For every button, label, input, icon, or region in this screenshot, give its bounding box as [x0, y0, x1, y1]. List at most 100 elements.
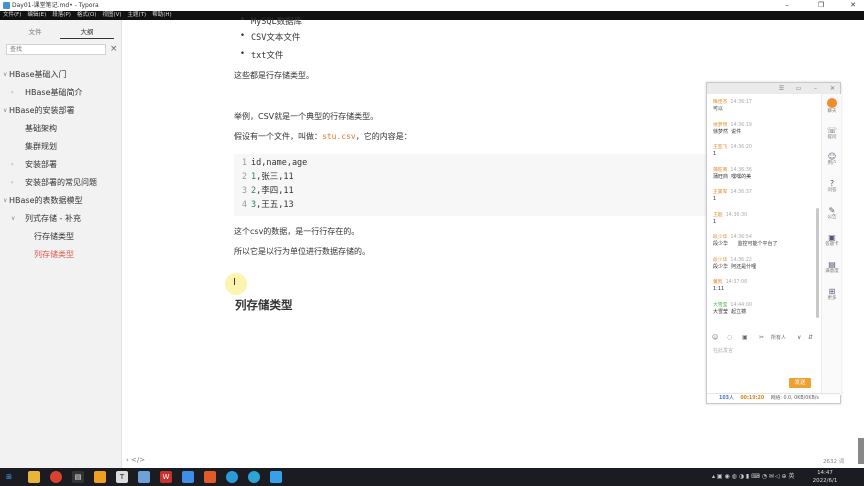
chevron-down-icon[interactable]: ∨	[3, 194, 7, 208]
line-number: 4	[241, 200, 247, 210]
chat-message: 降佳杰 14:36:17 可以	[713, 100, 817, 112]
chevron-right-icon[interactable]: ›	[11, 86, 13, 100]
screenshot-icon[interactable]: ✂	[759, 332, 764, 344]
message-time: 14:36:36	[730, 167, 752, 173]
close-icon[interactable]: ×	[110, 43, 118, 55]
typora-app-icon	[3, 2, 10, 9]
live-timer: 00:19:20	[740, 396, 765, 401]
outline-item[interactable]: ∨ HBase基础入门	[0, 68, 122, 82]
list-item: CSV文本文件	[240, 31, 300, 43]
chevron-down-icon[interactable]: ∨	[3, 68, 7, 82]
clock-date: 2022/6/1	[812, 478, 838, 484]
chat-app-icon[interactable]	[138, 471, 150, 483]
remote-desktop-icon[interactable]	[182, 471, 194, 483]
outline-item[interactable]: 集群规划	[0, 140, 122, 154]
close-icon[interactable]: ✕	[825, 83, 840, 94]
volume-icon[interactable]: ◁ ⊕ 英	[775, 472, 794, 482]
menu-icon[interactable]: ☰	[774, 83, 789, 94]
outline-item-label: 基础架构	[25, 124, 57, 133]
rail-more[interactable]: ⊞ 更多	[822, 287, 842, 302]
outline-item[interactable]: › HBase基础简介	[0, 86, 122, 100]
outline-item[interactable]: ∨ 列式存储 - 补充	[0, 212, 122, 226]
sender-name: 董凯	[713, 280, 723, 285]
word-count[interactable]: 2632 词	[823, 457, 844, 465]
outline-item[interactable]: ∨ HBase的表数据模型	[0, 194, 122, 208]
search-app-icon[interactable]	[226, 471, 238, 483]
outline-item[interactable]: › 安装部署的常见问题	[0, 176, 122, 190]
edge-icon[interactable]	[248, 471, 260, 483]
message-body: 徐梦然 说件	[713, 128, 742, 135]
page-scrollbar[interactable]	[858, 438, 864, 464]
outline-item-label: 集群规划	[25, 142, 57, 151]
outline-item-label: 安装部署的常见问题	[25, 178, 97, 187]
minimize-icon[interactable]: –	[808, 83, 823, 94]
outline-item[interactable]: ∨ HBase的安装部署	[0, 104, 122, 118]
chat-toolbar: ☺ ◌ ▣ ✂ 所有人 ∨ ⇵	[707, 332, 820, 344]
menu-view[interactable]: 视图(V)	[99, 11, 124, 20]
minimize-button[interactable]: –	[776, 0, 798, 11]
emoji-icon[interactable]: ☺	[712, 332, 718, 344]
chevron-down-icon[interactable]: ∨	[3, 104, 7, 118]
typora-icon[interactable]: T	[116, 471, 128, 483]
text-cursor-icon: I	[233, 277, 236, 288]
rating-icon: ▤	[828, 260, 836, 269]
outline-item[interactable]: › 安装部署	[0, 158, 122, 172]
menu-file[interactable]: 文件(F)	[0, 11, 24, 20]
outline-item[interactable]: 行存储类型	[0, 230, 122, 244]
tab-outline[interactable]: 大纲	[60, 26, 114, 39]
recipient-select[interactable]: 所有人	[771, 332, 786, 344]
rail-notice[interactable]: ✎ 公告	[822, 206, 842, 221]
chevron-right-icon[interactable]: ›	[11, 158, 13, 172]
chevron-down-icon[interactable]: ∨	[797, 332, 801, 344]
live-class-icon[interactable]	[270, 471, 282, 483]
chat-titlebar: ☰ ▭ – ✕	[707, 83, 840, 94]
chrome-icon[interactable]	[50, 471, 62, 483]
rail-users[interactable]: ☺ 用户	[822, 152, 842, 167]
close-button[interactable]: ✕	[842, 0, 864, 11]
message-body: 1:11	[713, 286, 725, 292]
sender-name: 王亚飞	[713, 145, 728, 150]
sender-name: 段少华	[713, 257, 728, 263]
terminal-icon[interactable]: ▤	[72, 471, 84, 483]
menu-theme[interactable]: 主题(T)	[125, 11, 150, 20]
system-clock[interactable]: 14:47 2022/6/1	[808, 469, 842, 485]
sender-name: 蒲旺商	[713, 167, 728, 173]
menu-paragraph[interactable]: 段落(P)	[49, 11, 74, 20]
rail-question[interactable]: ☏ 提问	[822, 126, 842, 141]
outline-item[interactable]: 基础架构	[0, 122, 122, 136]
image-icon[interactable]: ▣	[742, 332, 748, 344]
rail-chat[interactable]: 聊天	[822, 109, 842, 115]
message-time: 14:36:37	[730, 190, 752, 195]
chevron-down-icon[interactable]: ∨	[11, 212, 15, 226]
send-button[interactable]: 发送	[789, 378, 811, 388]
chat-input[interactable]: 在此发言	[713, 347, 733, 354]
powerpoint-icon[interactable]	[204, 471, 216, 483]
app-icon[interactable]	[94, 471, 106, 483]
sort-icon[interactable]: ⇵	[808, 332, 813, 344]
menu-help[interactable]: 帮助(H)	[149, 11, 174, 20]
rail-answer-card[interactable]: ▣ 答题卡	[822, 233, 842, 248]
chevron-right-icon[interactable]: ›	[11, 176, 13, 190]
chat-message: 大雪莹 14:44:00 大雪莹 起立撼	[713, 303, 817, 315]
restore-icon[interactable]: ▭	[791, 83, 806, 94]
rail-satisfaction[interactable]: ▤ 满意度	[822, 260, 842, 275]
outline-item-label: 列式存储 - 补充	[25, 214, 81, 223]
phone-icon: ☏	[826, 126, 837, 135]
bubble-icon[interactable]: ◌	[727, 332, 732, 344]
windows-start-icon[interactable]: ⊞	[3, 471, 15, 483]
menu-format[interactable]: 格式(O)	[74, 11, 100, 20]
sender-name: 段少华	[713, 235, 728, 240]
maximize-button[interactable]: ❐	[810, 0, 832, 11]
grid-icon: ⊞	[828, 287, 836, 296]
file-explorer-icon[interactable]	[28, 471, 40, 483]
status-toggle-icons[interactable]: ‹ </>	[126, 456, 145, 464]
wps-icon[interactable]: W	[160, 471, 172, 483]
tray-icons[interactable]: ▴ ▣ ◉ ◍ ◑ ▮ ⌨ ◔ ✉	[712, 472, 774, 482]
list-item: MySQL数据库	[240, 15, 302, 27]
tab-files[interactable]: 文件	[8, 26, 62, 38]
menu-edit[interactable]: 编辑(E)	[24, 11, 49, 20]
outline-search-input[interactable]	[6, 44, 106, 55]
outline-item[interactable]: 列存储类型	[0, 248, 122, 262]
rail-qa[interactable]: ? 问答	[822, 179, 842, 194]
chat-scrollbar[interactable]	[816, 208, 819, 318]
